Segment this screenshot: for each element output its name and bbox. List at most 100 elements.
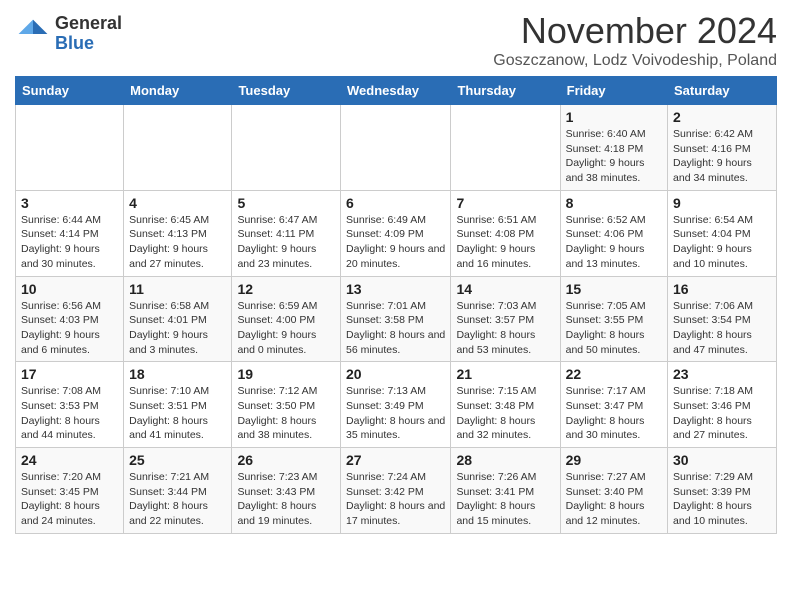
day-number: 28 [456, 452, 554, 468]
weekday-header-friday: Friday [560, 77, 667, 105]
day-number: 4 [129, 195, 226, 211]
day-number: 23 [673, 366, 771, 382]
day-number: 18 [129, 366, 226, 382]
day-number: 6 [346, 195, 445, 211]
day-detail: Sunrise: 7:24 AMSunset: 3:42 PMDaylight:… [346, 470, 445, 529]
calendar-cell: 28 Sunrise: 7:26 AMSunset: 3:41 PMDayligh… [451, 448, 560, 534]
calendar-cell: 5 Sunrise: 6:47 AMSunset: 4:11 PMDaylight… [232, 190, 341, 276]
calendar-header: SundayMondayTuesdayWednesdayThursdayFrid… [16, 77, 777, 105]
calendar-cell: 4 Sunrise: 6:45 AMSunset: 4:13 PMDaylight… [124, 190, 232, 276]
day-detail: Sunrise: 7:01 AMSunset: 3:58 PMDaylight:… [346, 299, 445, 358]
day-number: 24 [21, 452, 118, 468]
calendar-table: SundayMondayTuesdayWednesdayThursdayFrid… [15, 76, 777, 534]
calendar-cell: 18 Sunrise: 7:10 AMSunset: 3:51 PMDayligh… [124, 362, 232, 448]
calendar-week-row: 10Sunrise: 6:56 AMSunset: 4:03 PMDayligh… [16, 276, 777, 362]
calendar-cell: 21Sunrise: 7:15 AMSunset: 3:48 PMDayligh… [451, 362, 560, 448]
calendar-cell [341, 105, 451, 191]
weekday-header-sunday: Sunday [16, 77, 124, 105]
calendar-cell: 22Sunrise: 7:17 AMSunset: 3:47 PMDayligh… [560, 362, 667, 448]
calendar-week-row: 24Sunrise: 7:20 AMSunset: 3:45 PMDayligh… [16, 448, 777, 534]
day-number: 7 [456, 195, 554, 211]
day-detail: Sunrise: 6:40 AMSunset: 4:18 PMDaylight:… [566, 127, 662, 186]
day-detail: Sunrise: 6:58 AMSunset: 4:01 PMDaylight:… [129, 299, 226, 358]
header: General Blue November 2024 Goszczanow, L… [15, 10, 777, 70]
logo-blue-text: Blue [55, 34, 122, 54]
calendar-cell: 14 Sunrise: 7:03 AMSunset: 3:57 PMDayligh… [451, 276, 560, 362]
day-detail: Sunrise: 7:18 AMSunset: 3:46 PMDaylight:… [673, 384, 771, 443]
day-number: 20 [346, 366, 445, 382]
calendar-week-row: 3 Sunrise: 6:44 AMSunset: 4:14 PMDaylight… [16, 190, 777, 276]
day-detail: Sunrise: 6:45 AMSunset: 4:13 PMDaylight:… [129, 213, 226, 272]
day-detail: Sunrise: 7:10 AMSunset: 3:51 PMDaylight:… [129, 384, 226, 443]
location-subtitle: Goszczanow, Lodz Voivodeship, Poland [493, 52, 777, 70]
day-detail: Sunrise: 7:13 AMSunset: 3:49 PMDaylight:… [346, 384, 445, 443]
day-number: 3 [21, 195, 118, 211]
logo-general-text: General [55, 14, 122, 34]
calendar-cell: 12 Sunrise: 6:59 AMSunset: 4:00 PMDayligh… [232, 276, 341, 362]
day-number: 13 [346, 281, 445, 297]
calendar-body: 1 Sunrise: 6:40 AMSunset: 4:18 PMDaylight… [16, 105, 777, 534]
weekday-header-wednesday: Wednesday [341, 77, 451, 105]
calendar-cell: 24Sunrise: 7:20 AMSunset: 3:45 PMDayligh… [16, 448, 124, 534]
day-number: 9 [673, 195, 771, 211]
weekday-header-tuesday: Tuesday [232, 77, 341, 105]
calendar-cell: 10Sunrise: 6:56 AMSunset: 4:03 PMDayligh… [16, 276, 124, 362]
day-detail: Sunrise: 6:52 AMSunset: 4:06 PMDaylight:… [566, 213, 662, 272]
calendar-cell: 20 Sunrise: 7:13 AMSunset: 3:49 PMDayligh… [341, 362, 451, 448]
day-number: 19 [237, 366, 335, 382]
calendar-cell [16, 105, 124, 191]
day-detail: Sunrise: 6:59 AMSunset: 4:00 PMDaylight:… [237, 299, 335, 358]
day-number: 1 [566, 109, 662, 125]
calendar-week-row: 17Sunrise: 7:08 AMSunset: 3:53 PMDayligh… [16, 362, 777, 448]
calendar-cell: 13 Sunrise: 7:01 AMSunset: 3:58 PMDayligh… [341, 276, 451, 362]
logo: General Blue [15, 14, 122, 54]
calendar-cell [232, 105, 341, 191]
day-number: 8 [566, 195, 662, 211]
logo-text: General Blue [55, 14, 122, 54]
day-number: 26 [237, 452, 335, 468]
day-number: 11 [129, 281, 226, 297]
day-number: 29 [566, 452, 662, 468]
day-detail: Sunrise: 7:26 AMSunset: 3:41 PMDaylight:… [456, 470, 554, 529]
day-detail: Sunrise: 6:42 AMSunset: 4:16 PMDaylight:… [673, 127, 771, 186]
weekday-header-monday: Monday [124, 77, 232, 105]
day-number: 25 [129, 452, 226, 468]
day-number: 21 [456, 366, 554, 382]
day-number: 16 [673, 281, 771, 297]
calendar-cell: 23 Sunrise: 7:18 AMSunset: 3:46 PMDayligh… [668, 362, 777, 448]
day-number: 14 [456, 281, 554, 297]
weekday-header-saturday: Saturday [668, 77, 777, 105]
day-number: 2 [673, 109, 771, 125]
calendar-cell: 6Sunrise: 6:49 AMSunset: 4:09 PMDaylight… [341, 190, 451, 276]
day-detail: Sunrise: 6:47 AMSunset: 4:11 PMDaylight:… [237, 213, 335, 272]
day-detail: Sunrise: 6:54 AMSunset: 4:04 PMDaylight:… [673, 213, 771, 272]
day-detail: Sunrise: 7:08 AMSunset: 3:53 PMDaylight:… [21, 384, 118, 443]
day-number: 12 [237, 281, 335, 297]
day-number: 5 [237, 195, 335, 211]
calendar-cell: 26 Sunrise: 7:23 AMSunset: 3:43 PMDayligh… [232, 448, 341, 534]
logo-icon [15, 16, 51, 52]
calendar-cell: 16 Sunrise: 7:06 AMSunset: 3:54 PMDayligh… [668, 276, 777, 362]
day-detail: Sunrise: 6:56 AMSunset: 4:03 PMDaylight:… [21, 299, 118, 358]
calendar-cell: 11 Sunrise: 6:58 AMSunset: 4:01 PMDayligh… [124, 276, 232, 362]
day-detail: Sunrise: 7:29 AMSunset: 3:39 PMDaylight:… [673, 470, 771, 529]
day-detail: Sunrise: 7:21 AMSunset: 3:44 PMDaylight:… [129, 470, 226, 529]
day-detail: Sunrise: 7:03 AMSunset: 3:57 PMDaylight:… [456, 299, 554, 358]
calendar-cell: 15Sunrise: 7:05 AMSunset: 3:55 PMDayligh… [560, 276, 667, 362]
weekday-header-thursday: Thursday [451, 77, 560, 105]
day-detail: Sunrise: 6:44 AMSunset: 4:14 PMDaylight:… [21, 213, 118, 272]
calendar-cell: 27Sunrise: 7:24 AMSunset: 3:42 PMDayligh… [341, 448, 451, 534]
calendar-week-row: 1 Sunrise: 6:40 AMSunset: 4:18 PMDaylight… [16, 105, 777, 191]
month-title: November 2024 [493, 10, 777, 52]
calendar-cell [124, 105, 232, 191]
calendar-cell: 25 Sunrise: 7:21 AMSunset: 3:44 PMDayligh… [124, 448, 232, 534]
calendar-cell: 9 Sunrise: 6:54 AMSunset: 4:04 PMDaylight… [668, 190, 777, 276]
calendar-cell: 8 Sunrise: 6:52 AMSunset: 4:06 PMDaylight… [560, 190, 667, 276]
day-detail: Sunrise: 7:23 AMSunset: 3:43 PMDaylight:… [237, 470, 335, 529]
calendar-cell: 3 Sunrise: 6:44 AMSunset: 4:14 PMDaylight… [16, 190, 124, 276]
calendar-cell: 2 Sunrise: 6:42 AMSunset: 4:16 PMDaylight… [668, 105, 777, 191]
day-detail: Sunrise: 7:17 AMSunset: 3:47 PMDaylight:… [566, 384, 662, 443]
weekday-header-row: SundayMondayTuesdayWednesdayThursdayFrid… [16, 77, 777, 105]
day-detail: Sunrise: 7:06 AMSunset: 3:54 PMDaylight:… [673, 299, 771, 358]
calendar-cell: 17Sunrise: 7:08 AMSunset: 3:53 PMDayligh… [16, 362, 124, 448]
